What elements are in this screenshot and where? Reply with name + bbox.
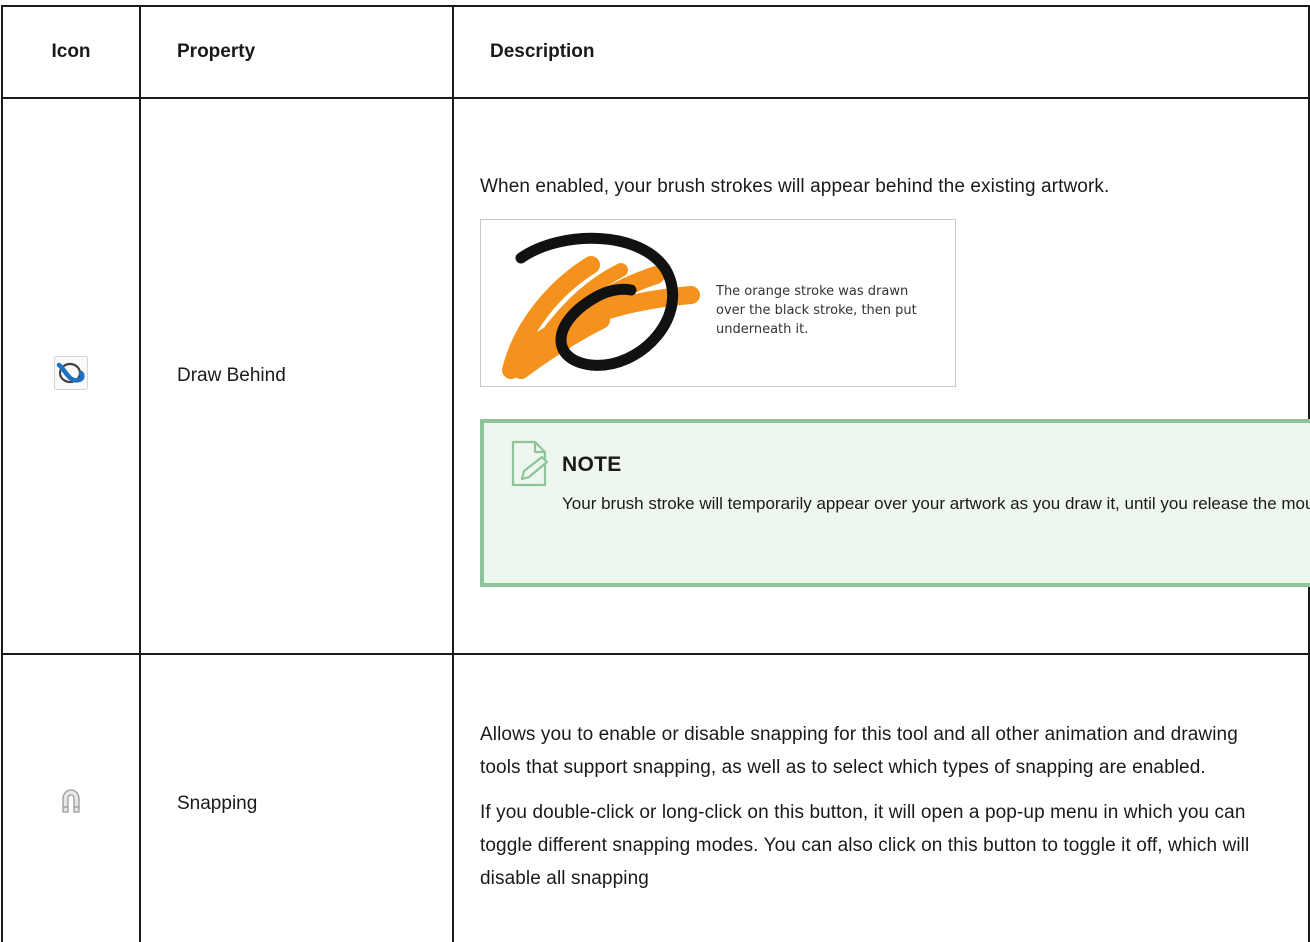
icon-cell xyxy=(1,97,141,655)
draw-behind-icon xyxy=(53,355,89,397)
property-name: Snapping xyxy=(139,653,454,942)
note-pencil-icon xyxy=(509,439,553,495)
document-page: Icon Property Description Draw Behind Wh… xyxy=(0,0,1310,942)
header-description: Description xyxy=(452,5,1310,99)
draw-behind-illustration: The orange stroke was drawn over the bla… xyxy=(480,218,956,387)
icon-cell xyxy=(1,653,141,942)
property-name: Draw Behind xyxy=(139,97,454,655)
note-title: NOTE xyxy=(562,452,622,476)
note-box: NOTE Your brush stroke will temporarily … xyxy=(480,418,1310,587)
description-cell: When enabled, your brush strokes will ap… xyxy=(452,97,1310,655)
magnet-icon xyxy=(59,788,83,820)
description-text: When enabled, your brush strokes will ap… xyxy=(480,175,1110,197)
illustration-caption: The orange stroke was drawn over the bla… xyxy=(716,283,917,337)
note-text: Your brush stroke will temporarily appea… xyxy=(562,493,1310,513)
table-header-row: Icon Property Description xyxy=(1,5,1310,99)
table-row-draw-behind: Draw Behind When enabled, your brush str… xyxy=(1,97,1310,655)
header-property: Property xyxy=(139,5,454,99)
description-text: If you double-click or long-click on thi… xyxy=(480,801,1250,889)
header-icon: Icon xyxy=(1,5,141,99)
table-row-snapping: Snapping Allows you to enable or disable… xyxy=(1,653,1310,942)
description-text: Allows you to enable or disable snapping… xyxy=(480,723,1238,778)
description-cell: Allows you to enable or disable snapping… xyxy=(452,653,1310,942)
properties-table: Icon Property Description Draw Behind Wh… xyxy=(1,5,1310,942)
